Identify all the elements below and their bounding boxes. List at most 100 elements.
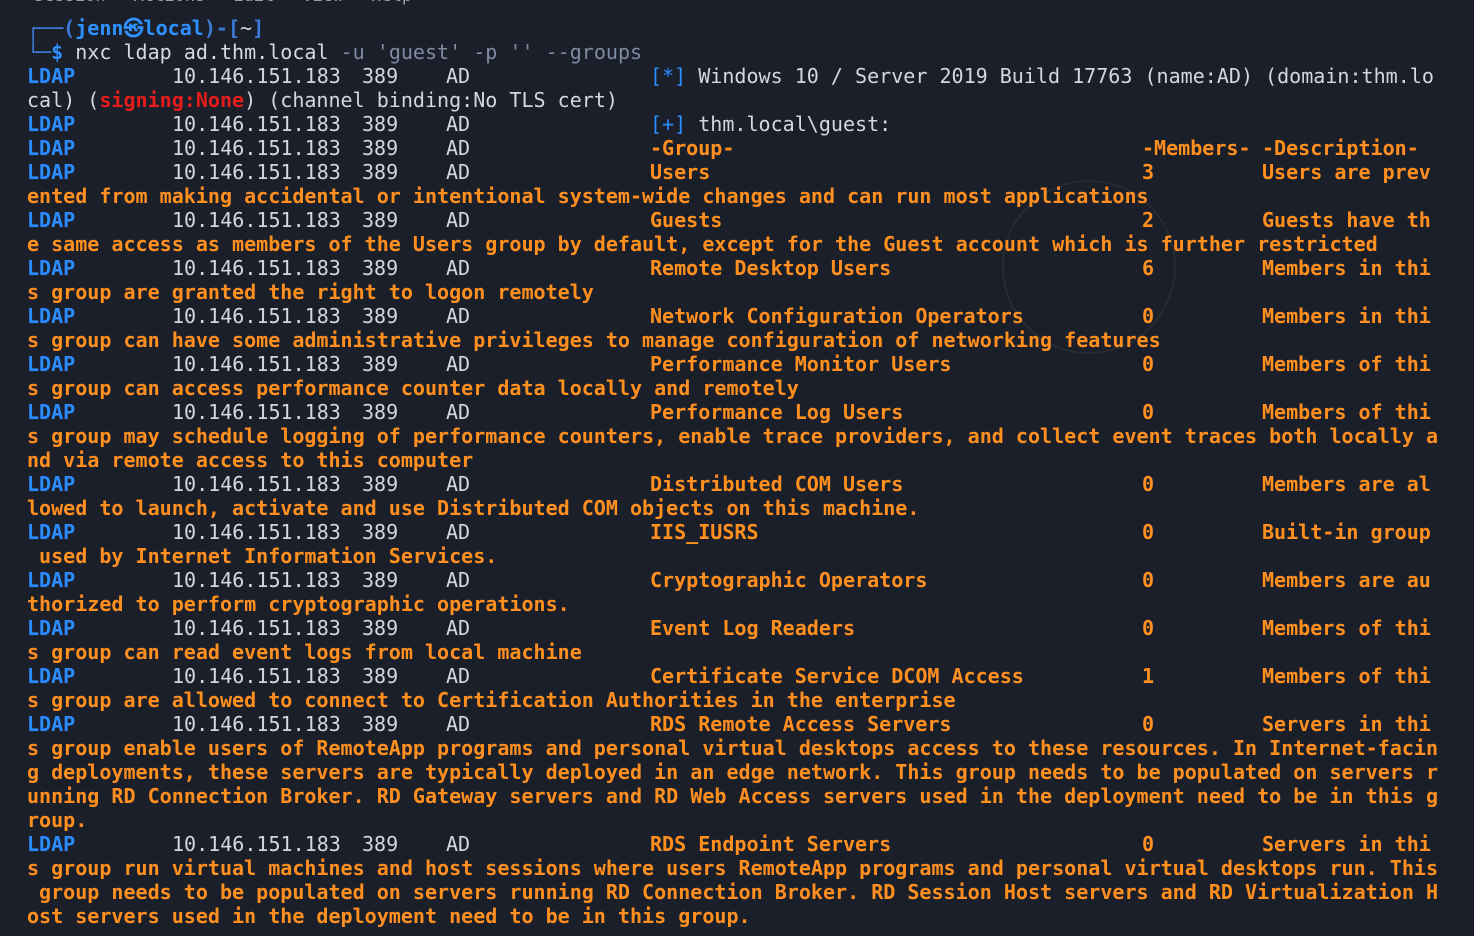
ip-field: 10.146.151.183 — [172, 832, 341, 856]
description-wrap-line: ost servers used in the deployment need … — [27, 904, 1474, 928]
terminal-output[interactable]: ┌──(jenn㉿local)-[~] └─$ nxc ldap ad.thm.… — [27, 16, 1474, 936]
terminal-window[interactable]: Session Actions Edit View Help ┌──(jenn㉿loca… — [0, 0, 1474, 936]
group-members: 0 — [1142, 832, 1155, 856]
proto-label: LDAP — [27, 472, 76, 496]
banner-cont: cal) ( — [27, 88, 100, 112]
group-list: LDAP 10.146.151.183 389 AD Users 3 Users are p… — [27, 160, 1474, 928]
proto-label: LDAP — [27, 712, 76, 736]
group-description: Members are al — [1262, 472, 1431, 496]
host-field: AD — [446, 352, 471, 376]
group-description-cont: roup. — [27, 808, 88, 832]
menu-item-session[interactable]: Session — [34, 0, 106, 6]
description-wrap-line: ented from making accidental or intentio… — [27, 184, 1474, 208]
proto-label: LDAP — [27, 256, 76, 280]
group-description-cont: s group can access performance counter d… — [27, 376, 799, 400]
host-field: AD — [446, 208, 471, 232]
group-members: 3 — [1142, 160, 1155, 184]
group-description-cont: lowed to launch, activate and use Distri… — [27, 496, 920, 520]
group-members: 0 — [1142, 304, 1155, 328]
output-line-banner-cont: cal) (signing:None) (channel binding:No … — [27, 88, 1474, 112]
prompt-dollar: $ — [51, 40, 76, 64]
host-field: AD — [446, 616, 471, 640]
description-wrap-line: s group run virtual machines and host se… — [27, 856, 1474, 880]
table-row: LDAP 10.146.151.183 389 AD Distributed COM U… — [27, 472, 1474, 496]
description-wrap-line: s group are granted the right to logon r… — [27, 280, 1474, 304]
port-field: 389 — [362, 352, 399, 376]
port-field: 389 — [362, 832, 399, 856]
output-line-headers: LDAP 10.146.151.183 389 AD -Group- -Members- -… — [27, 136, 1474, 160]
group-description-cont: unning RD Connection Broker. RD Gateway … — [27, 784, 1439, 808]
ip-field: 10.146.151.183 — [172, 304, 341, 328]
success-tag: [+] — [650, 112, 687, 136]
host-field: AD — [446, 400, 471, 424]
group-description: Members of thi — [1262, 352, 1431, 376]
menu-item-edit[interactable]: Edit — [233, 0, 274, 6]
proto-label: LDAP — [27, 208, 76, 232]
proto-label: LDAP — [27, 616, 76, 640]
description-wrap-line: lowed to launch, activate and use Distri… — [27, 496, 1474, 520]
port-field: 389 — [362, 400, 399, 424]
menu-item-help[interactable]: Help — [371, 0, 412, 6]
proto-label: LDAP — [27, 136, 76, 160]
description-wrap-line: nd via remote access to this computer — [27, 448, 1474, 472]
port-field: 389 — [362, 304, 399, 328]
group-members: 0 — [1142, 712, 1155, 736]
group-name: Event Log Readers — [650, 616, 856, 640]
proto-label: LDAP — [27, 352, 76, 376]
header-members: -Members- — [1142, 136, 1251, 160]
menu-item-view[interactable]: View — [302, 0, 343, 6]
group-description-cont: s group are allowed to connect to Certif… — [27, 688, 956, 712]
group-description-cont: s group may schedule logging of performa… — [27, 424, 1439, 448]
group-description-cont: nd via remote access to this computer — [27, 448, 474, 472]
banner-cont: ) (channel binding:No TLS cert) — [244, 88, 618, 112]
table-row: LDAP 10.146.151.183 389 AD RDS Remote Access… — [27, 712, 1474, 736]
group-name: Cryptographic Operators — [650, 568, 928, 592]
prompt-frame: )-[ — [203, 16, 241, 40]
ip-field: 10.146.151.183 — [172, 352, 341, 376]
table-row: LDAP 10.146.151.183 389 AD Event Log Readers… — [27, 616, 1474, 640]
group-description: Members of thi — [1262, 616, 1431, 640]
group-name: Guests — [650, 208, 723, 232]
info-tag: [*] — [650, 64, 687, 88]
menu-bar: Session Actions Edit View Help — [0, 0, 1474, 6]
description-wrap-line: g deployments, these servers are typical… — [27, 760, 1474, 784]
description-wrap-line: e same access as members of the Users gr… — [27, 232, 1474, 256]
proto-label: LDAP — [27, 160, 76, 184]
group-description-cont: s group are granted the right to logon r… — [27, 280, 594, 304]
group-description-cont: used by Internet Information Services. — [27, 544, 498, 568]
signing-status: signing:None — [99, 88, 245, 112]
group-description-cont: thorized to perform cryptographic operat… — [27, 592, 570, 616]
group-members: 0 — [1142, 520, 1155, 544]
header-description: -Description- — [1262, 136, 1419, 160]
group-description: Built-in group — [1262, 520, 1431, 544]
group-name: IIS_IUSRS — [650, 520, 759, 544]
port-field: 389 — [362, 112, 399, 136]
description-wrap-line: used by Internet Information Services. — [27, 544, 1474, 568]
group-members: 0 — [1142, 400, 1155, 424]
group-members: 0 — [1142, 472, 1155, 496]
group-name: Certificate Service DCOM Access — [650, 664, 1024, 688]
table-row: LDAP 10.146.151.183 389 AD Cryptographic Ope… — [27, 568, 1474, 592]
port-field: 389 — [362, 520, 399, 544]
ip-field: 10.146.151.183 — [172, 616, 341, 640]
proto-label: LDAP — [27, 304, 76, 328]
ip-field: 10.146.151.183 — [172, 208, 341, 232]
table-row: LDAP 10.146.151.183 389 AD Network Configura… — [27, 304, 1474, 328]
group-members: 1 — [1142, 664, 1155, 688]
proto-label: LDAP — [27, 664, 76, 688]
table-row: LDAP 10.146.151.183 389 AD Performance Monit… — [27, 352, 1474, 376]
menu-item-actions[interactable]: Actions — [134, 0, 206, 6]
proto-label: LDAP — [27, 520, 76, 544]
group-members: 0 — [1142, 616, 1155, 640]
command-line[interactable]: └─$ nxc ldap ad.thm.local -u 'guest' -p … — [27, 40, 1474, 64]
group-name: RDS Remote Access Servers — [650, 712, 952, 736]
table-row: LDAP 10.146.151.183 389 AD RDS Endpoint Serv… — [27, 832, 1474, 856]
group-description-cont: s group can have some administrative pri… — [27, 328, 1161, 352]
port-field: 389 — [362, 208, 399, 232]
proto-label: LDAP — [27, 400, 76, 424]
port-field: 389 — [362, 712, 399, 736]
table-row: LDAP 10.146.151.183 389 AD Performance Log U… — [27, 400, 1474, 424]
group-description-cont: s group run virtual machines and host se… — [27, 856, 1439, 880]
ip-field: 10.146.151.183 — [172, 112, 341, 136]
ip-field: 10.146.151.183 — [172, 256, 341, 280]
